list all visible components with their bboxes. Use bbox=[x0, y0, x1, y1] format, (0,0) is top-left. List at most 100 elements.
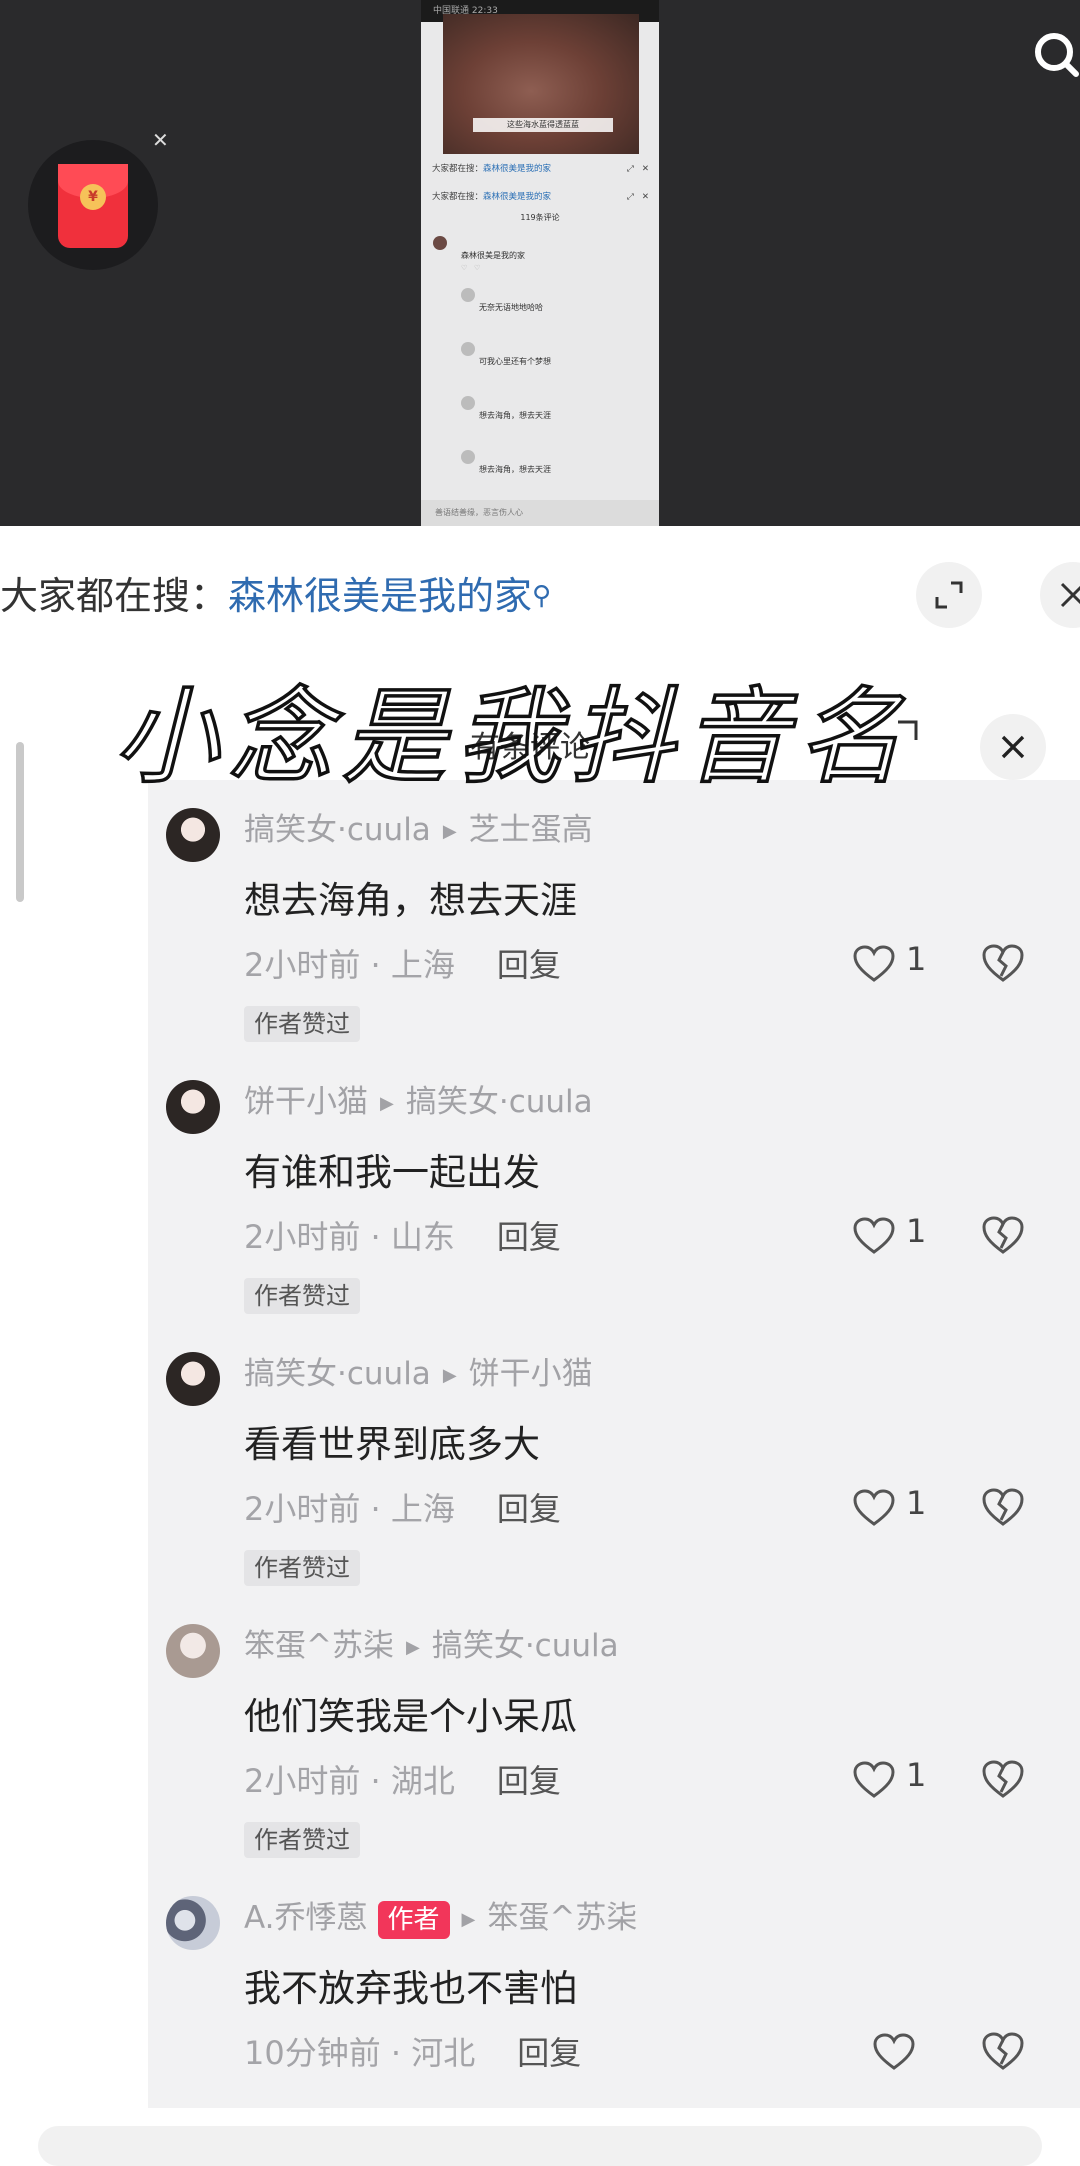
comment-text: 我不放弃我也不害怕 bbox=[244, 1967, 577, 2010]
expand-button[interactable] bbox=[916, 562, 982, 628]
reply-arrow-icon: ▶ bbox=[405, 1637, 420, 1658]
comment-text: 他们笑我是个小呆瓜 bbox=[244, 1695, 577, 1738]
thumbnail-avatar bbox=[461, 288, 475, 302]
dislike-button[interactable] bbox=[980, 1486, 1030, 1532]
expand-icon bbox=[935, 581, 963, 609]
comment-location: 山东 bbox=[390, 1218, 455, 1256]
comment-input-bar[interactable] bbox=[38, 2126, 1042, 2166]
reply-button[interactable]: 回复 bbox=[497, 1762, 561, 1800]
thumbnail-comment: 想去海角，想去天涯 bbox=[421, 392, 659, 442]
reply-button[interactable]: 回复 bbox=[497, 1218, 561, 1256]
comment-time: 10分钟前 bbox=[244, 2034, 381, 2072]
comment-meta: 10分钟前 · 河北 回复 bbox=[244, 2034, 582, 2072]
author-liked-badge: 作者赞过 bbox=[244, 1550, 360, 1586]
comment-user-line: A.乔悸蒽 作者 ▶ 笨蛋^苏柒 bbox=[244, 1892, 637, 1939]
comment-user-line: 搞笑女·cuula ▶ 饼干小猫 bbox=[244, 1348, 593, 1393]
red-packet-button[interactable]: ¥ bbox=[28, 140, 158, 270]
avatar[interactable] bbox=[166, 1624, 220, 1678]
dislike-button[interactable] bbox=[980, 2030, 1030, 2076]
comment-reply-to[interactable]: 搞笑女·cuula bbox=[406, 1084, 593, 1120]
comment-time: 2小时前 bbox=[244, 1762, 361, 1800]
like-button[interactable] bbox=[872, 2028, 952, 2076]
close-icon[interactable]: ✕ bbox=[152, 128, 169, 152]
comment-location: 湖北 bbox=[390, 1762, 455, 1800]
comment-meta: 2小时前 · 上海 回复 bbox=[244, 1490, 561, 1528]
thumbnail-comment-meta: ♡ ♡ bbox=[461, 264, 481, 272]
heart-icon bbox=[853, 945, 895, 982]
thumbnail-avatar bbox=[433, 236, 447, 250]
comment-meta: 2小时前 · 上海 回复 bbox=[244, 946, 561, 984]
video-background: 中国联通 22:33 这些海水蓝得透蓝蓝 大家都在搜：森林很美是我的家 ⤢ ✕ … bbox=[0, 0, 1080, 526]
comment-reply-to[interactable]: 搞笑女·cuula bbox=[432, 1628, 619, 1664]
comment-username[interactable]: A.乔悸蒽 bbox=[244, 1900, 368, 1936]
video-thumbnail[interactable]: 中国联通 22:33 这些海水蓝得透蓝蓝 大家都在搜：森林很美是我的家 ⤢ ✕ … bbox=[421, 0, 659, 526]
like-button[interactable]: 1 bbox=[852, 940, 932, 988]
broken-heart-icon bbox=[982, 1488, 1024, 1526]
search-icon[interactable] bbox=[1030, 28, 1079, 77]
broken-heart-icon bbox=[982, 944, 1024, 982]
search-icon: ⚲ bbox=[532, 581, 552, 611]
close-button[interactable] bbox=[1040, 562, 1080, 628]
thumbnail-comment-text: 森林很美是我的家 bbox=[461, 251, 525, 260]
reply-button[interactable]: 回复 bbox=[497, 946, 561, 984]
search-suggestion[interactable]: 大家都在搜：森林很美是我的家⚲ bbox=[0, 566, 551, 626]
search-suggestion-keyword[interactable]: 森林很美是我的家 bbox=[228, 574, 532, 618]
thumbnail-video-frame: 这些海水蓝得透蓝蓝 bbox=[443, 14, 639, 154]
reply-button[interactable]: 回复 bbox=[517, 2034, 581, 2072]
thumbnail-avatar bbox=[461, 396, 475, 410]
like-button[interactable]: 1 bbox=[852, 1212, 932, 1260]
dislike-button[interactable] bbox=[980, 942, 1030, 988]
comment-location: 上海 bbox=[390, 946, 455, 984]
comment-location: 河北 bbox=[411, 2034, 476, 2072]
comment-list[interactable]: 搞笑女·cuula ▶ 芝士蛋高 想去海角，想去天涯 2小时前 · 上海 回复 作者赞… bbox=[148, 780, 1080, 2108]
author-liked-badge: 作者赞过 bbox=[244, 1006, 360, 1042]
thumbnail-search-keyword: 森林很美是我的家 bbox=[483, 192, 552, 202]
thumbnail-comment: 可我心里还有个梦想 bbox=[421, 338, 659, 388]
avatar[interactable] bbox=[166, 1080, 220, 1134]
comment-item[interactable]: A.乔悸蒽 作者 ▶ 笨蛋^苏柒 我不放弃我也不害怕 10分钟前 · 河北 回复 bbox=[148, 1878, 1080, 2150]
thumbnail-comment: 想去海角，想去天涯 bbox=[421, 446, 659, 496]
broken-heart-icon bbox=[982, 1760, 1024, 1798]
avatar[interactable] bbox=[166, 1896, 220, 1950]
comment-text: 有谁和我一起出发 bbox=[244, 1151, 540, 1194]
comment-username[interactable]: 搞笑女·cuula bbox=[244, 1356, 431, 1392]
thumbnail-avatar bbox=[461, 450, 475, 464]
reply-arrow-icon: ▶ bbox=[442, 1365, 457, 1386]
thumbnail-video-caption: 这些海水蓝得透蓝蓝 bbox=[473, 118, 613, 132]
comment-item[interactable]: 搞笑女·cuula ▶ 饼干小猫 看看世界到底多大 2小时前 · 上海 回复 作者赞过… bbox=[148, 1334, 1080, 1606]
comment-username[interactable]: 笨蛋^苏柒 bbox=[244, 1628, 394, 1664]
comment-username[interactable]: 饼干小猫 bbox=[244, 1084, 368, 1120]
reply-arrow-icon: ▶ bbox=[461, 1909, 476, 1930]
comment-reply-to[interactable]: 饼干小猫 bbox=[469, 1356, 593, 1392]
comment-reply-to[interactable]: 笨蛋^苏柒 bbox=[487, 1900, 637, 1936]
handwritten-overlay: 小念是我抖音名 bbox=[108, 655, 908, 825]
scroll-indicator[interactable] bbox=[16, 742, 24, 902]
comment-item[interactable]: 笨蛋^苏柒 ▶ 搞笑女·cuula 他们笑我是个小呆瓜 2小时前 · 湖北 回复 作者… bbox=[148, 1606, 1080, 1878]
dislike-button[interactable] bbox=[980, 1214, 1030, 1260]
avatar[interactable] bbox=[166, 1352, 220, 1406]
like-button[interactable]: 1 bbox=[852, 1756, 932, 1804]
comment-time: 2小时前 bbox=[244, 1218, 361, 1256]
reply-button[interactable]: 回复 bbox=[497, 1490, 561, 1528]
like-button[interactable]: 1 bbox=[852, 1484, 932, 1532]
thumbnail-comment-text: 无奈无语地地哈哈 bbox=[479, 303, 543, 312]
close-comments-button[interactable] bbox=[980, 714, 1046, 780]
heart-icon bbox=[853, 1217, 895, 1254]
svg-text:小念是我抖音名: 小念是我抖音名 bbox=[114, 676, 908, 798]
dislike-button[interactable] bbox=[980, 1758, 1030, 1804]
thumbnail-comment-input: 善语结善缘，恶言伤人心 bbox=[421, 500, 659, 526]
thumbnail-comment: 无奈无语地地哈哈 bbox=[421, 284, 659, 334]
thumbnail-input-placeholder: 善语结善缘，恶言伤人心 bbox=[435, 508, 523, 517]
like-count: 1 bbox=[906, 1756, 927, 1794]
thumbnail-close-icon: ⤢ ✕ bbox=[626, 164, 649, 174]
thumbnail-comment: 森林很美是我的家 ♡ ♡ bbox=[421, 232, 659, 282]
comment-item[interactable]: 搞笑女·cuula ▶ 芝士蛋高 想去海角，想去天涯 2小时前 · 上海 回复 作者赞… bbox=[148, 790, 1080, 1062]
thumbnail-search-label: 大家都在搜： bbox=[432, 192, 484, 202]
search-suggestion-label: 大家都在搜： bbox=[0, 574, 229, 618]
comment-meta: 2小时前 · 湖北 回复 bbox=[244, 1762, 561, 1800]
heart-icon bbox=[853, 1489, 895, 1526]
comment-text: 看看世界到底多大 bbox=[244, 1423, 540, 1466]
author-liked-badge: 作者赞过 bbox=[244, 1278, 360, 1314]
comment-item[interactable]: 饼干小猫 ▶ 搞笑女·cuula 有谁和我一起出发 2小时前 · 山东 回复 作者赞过… bbox=[148, 1062, 1080, 1334]
like-count: 1 bbox=[906, 940, 927, 978]
